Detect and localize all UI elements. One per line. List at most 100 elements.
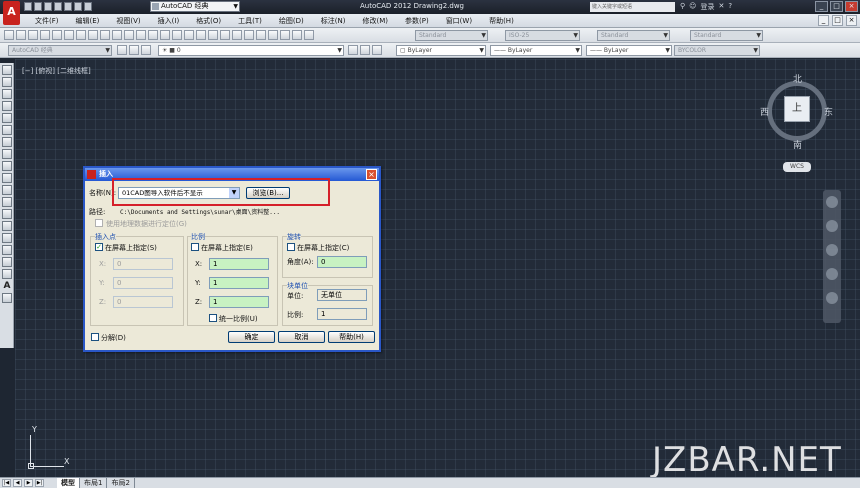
workspace-switcher[interactable]: AutoCAD 经典 ▼ [150,1,240,12]
autocad-logo[interactable]: A [3,1,20,25]
construction-line-icon[interactable] [2,77,12,87]
layer-state-icon[interactable] [141,45,151,55]
save-as-icon[interactable] [54,2,62,11]
scale-x-field[interactable]: 1 [209,258,269,270]
tab-layout1[interactable]: 布局1 [80,478,108,488]
login-link[interactable]: 登录 [700,2,714,12]
viewcube[interactable]: 上 北 南 西 东 [760,72,833,151]
menu-format[interactable]: 格式(O) [196,16,221,26]
color-select[interactable]: ▢ ByLayer ▼ [396,45,486,56]
geo-checkbox[interactable] [95,219,103,227]
linetype-select[interactable]: —— ByLayer ▼ [490,45,582,56]
spline-icon[interactable] [2,161,12,171]
viewport-controls[interactable]: [−] [俯视] [二维线框] [22,66,91,76]
menu-help[interactable]: 帮助(H) [489,16,514,26]
point-icon[interactable] [2,221,12,231]
open-icon[interactable] [34,2,42,11]
tab-model[interactable]: 模型 [57,478,80,488]
undo-icon[interactable] [160,30,170,40]
steeringwheel-icon[interactable] [826,196,838,208]
mleader-style-select[interactable]: Standard ▼ [690,30,763,41]
save-icon[interactable] [44,2,52,11]
make-block-icon[interactable] [2,209,12,219]
tool-palettes-icon[interactable] [256,30,266,40]
new-icon[interactable] [24,2,32,11]
arc-icon[interactable] [2,125,12,135]
zoom-realtime-icon[interactable] [196,30,206,40]
circle-icon[interactable] [2,137,12,147]
polyline-icon[interactable] [2,89,12,99]
qnew-icon[interactable] [16,30,26,40]
prev-tab-icon[interactable]: ◀ [13,479,22,487]
preview-icon[interactable] [64,30,74,40]
rotation-angle-field[interactable]: 0 [317,256,367,268]
menu-window[interactable]: 窗口(W) [446,16,472,26]
doc-close-button[interactable]: × [846,15,857,26]
insertion-x-field[interactable]: 0 [113,258,173,270]
exchange-icon[interactable]: ✕ [718,2,724,12]
publish-icon[interactable] [76,30,86,40]
layer-iso-icon[interactable] [372,45,382,55]
layer-previous-icon[interactable] [360,45,370,55]
user-icon[interactable]: ☺ [689,2,696,12]
viewcube-face-top[interactable]: 上 [784,96,810,122]
menu-edit[interactable]: 编辑(E) [76,16,100,26]
zoom-icon[interactable] [826,244,838,256]
menu-file[interactable]: 文件(F) [35,16,59,26]
binoculars-icon[interactable]: ⚲ [680,2,685,12]
cancel-button[interactable]: 取消 [278,331,325,343]
3d-dwf-icon[interactable] [88,30,98,40]
layer-select[interactable]: ☀ ■ 0 ▼ [158,45,344,56]
markup-icon[interactable] [280,30,290,40]
copy-icon[interactable] [112,30,122,40]
scale-z-field[interactable]: 1 [209,296,269,308]
add-selected-icon[interactable] [2,293,12,303]
table-style-select[interactable]: Standard ▼ [597,30,670,41]
dim-style-select[interactable]: ISO-25 ▼ [505,30,580,41]
menu-modify[interactable]: 修改(M) [362,16,388,26]
ellipse-icon[interactable] [2,173,12,183]
revcloud-icon[interactable] [2,149,12,159]
insert-block-icon[interactable] [2,197,12,207]
minimize-button[interactable]: _ [815,1,828,12]
undo-icon[interactable] [74,2,82,11]
scale-y-field[interactable]: 1 [209,277,269,289]
design-center-icon[interactable] [244,30,254,40]
menu-view[interactable]: 视图(V) [116,16,140,26]
pan-icon[interactable] [826,220,838,232]
compass-north[interactable]: 北 [793,72,802,85]
line-icon[interactable] [2,65,12,75]
new-icon[interactable] [4,30,14,40]
ellipse-arc-icon[interactable] [2,185,12,195]
menu-parametric[interactable]: 参数(P) [405,16,429,26]
explode-checkbox[interactable] [91,333,99,341]
workspace-settings-icon[interactable] [117,45,127,55]
region-icon[interactable] [2,257,12,267]
text-style-select[interactable]: Standard ▼ [415,30,488,41]
maximize-button[interactable]: □ [830,1,843,12]
paste-icon[interactable] [124,30,134,40]
menu-dimension[interactable]: 标注(N) [321,16,346,26]
menu-insert[interactable]: 插入(I) [158,16,180,26]
search-input[interactable]: 键入关键字或短语 [590,2,675,12]
last-tab-icon[interactable]: ▶| [35,479,44,487]
open-icon[interactable] [28,30,38,40]
dialog-close-button[interactable]: × [366,169,377,180]
table-icon[interactable] [2,269,12,279]
hatch-icon[interactable] [2,233,12,243]
uniform-scale-checkbox[interactable] [209,314,217,322]
match-properties-icon[interactable] [136,30,146,40]
orbit-icon[interactable] [826,268,838,280]
insertion-onscreen-checkbox[interactable]: ✓ [95,243,103,251]
doc-minimize-button[interactable]: _ [818,15,829,26]
layer-properties-icon[interactable] [129,45,139,55]
help-button[interactable]: 帮助(H) [328,331,375,343]
zoom-previous-icon[interactable] [220,30,230,40]
pan-icon[interactable] [184,30,194,40]
sheet-set-icon[interactable] [268,30,278,40]
cut-icon[interactable] [100,30,110,40]
gradient-icon[interactable] [2,245,12,255]
plotstyle-select[interactable]: BYCOLOR ▼ [674,45,760,56]
help-icon[interactable] [304,30,314,40]
tab-layout2[interactable]: 布局2 [107,478,135,488]
